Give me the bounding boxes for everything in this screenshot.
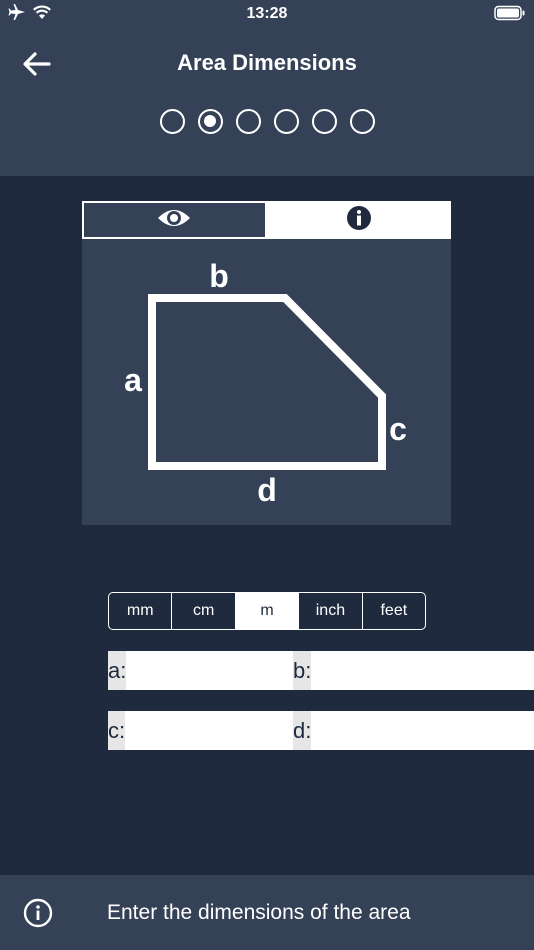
area-shape-diagram: b a c d — [124, 258, 407, 508]
status-time: 13:28 — [246, 5, 288, 22]
unit-option-cm[interactable]: cm — [172, 593, 236, 629]
hint-footer: Enter the dimensions of the area — [0, 875, 534, 950]
shape-panel: b a c d — [82, 201, 451, 525]
tab-info[interactable] — [266, 201, 451, 239]
field-a: a: — [108, 651, 371, 690]
dimension-label-c: c — [389, 411, 407, 447]
tab-preview[interactable] — [82, 201, 267, 239]
hint-text: Enter the dimensions of the area — [107, 901, 411, 924]
screen: 13:28 Area Dimensions b a c d mm cm m in… — [0, 0, 534, 950]
unit-option-mm[interactable]: mm — [109, 593, 173, 629]
unit-option-feet[interactable]: feet — [363, 593, 425, 629]
battery-icon — [494, 5, 526, 26]
info-circle-icon[interactable] — [23, 898, 53, 928]
dimension-label-d: d — [257, 472, 277, 508]
unit-option-m[interactable]: m — [235, 593, 300, 629]
field-a-label: a: — [108, 651, 127, 690]
unit-option-inch[interactable]: inch — [299, 593, 363, 629]
field-b-input[interactable] — [311, 651, 534, 690]
step-dot[interactable] — [312, 109, 337, 134]
step-dot[interactable] — [236, 109, 261, 134]
step-indicator — [160, 109, 375, 134]
field-d: d: — [293, 711, 534, 750]
step-dot[interactable] — [350, 109, 375, 134]
area-shape-outline — [148, 294, 386, 470]
step-dot[interactable] — [274, 109, 299, 134]
page-title: Area Dimensions — [177, 50, 357, 75]
eye-icon — [156, 206, 192, 235]
step-dot-current[interactable] — [198, 109, 223, 134]
field-c-label: c: — [108, 711, 126, 750]
unit-selector: mm cm m inch feet — [108, 592, 426, 630]
field-d-input[interactable] — [311, 711, 534, 750]
info-icon — [346, 205, 372, 236]
step-dot[interactable] — [160, 109, 185, 134]
field-b-label: b: — [293, 651, 312, 690]
dimension-label-a: a — [124, 362, 142, 398]
field-b: b: — [293, 651, 534, 690]
field-c: c: — [108, 711, 370, 750]
panel-tabs — [82, 201, 451, 239]
dimension-label-b: b — [209, 258, 229, 294]
status-bar: 13:28 — [0, 0, 534, 28]
field-d-label: d: — [293, 711, 312, 750]
header-area: 13:28 Area Dimensions — [0, 0, 534, 176]
